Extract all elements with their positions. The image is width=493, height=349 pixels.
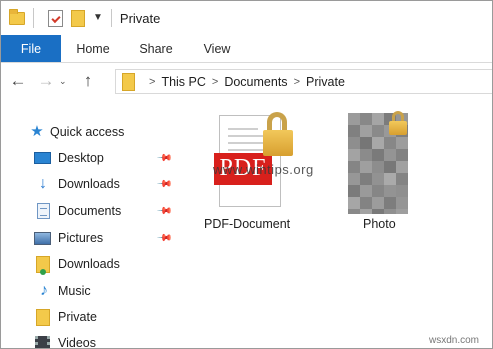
- lock-icon: [389, 111, 407, 135]
- folder-icon: [36, 308, 50, 326]
- file-name-label: Photo: [363, 217, 396, 231]
- pin-icon[interactable]: 📌: [156, 176, 173, 193]
- nav-item-videos[interactable]: Videos: [1, 330, 176, 349]
- downloads-icon: ↓: [39, 175, 47, 192]
- navigation-bar: ← → ⌄ ↑ > This PC > Documents > Private: [1, 64, 492, 98]
- nav-item-desktop[interactable]: Desktop 📌: [1, 145, 176, 171]
- customize-toolbar-dropdown-icon[interactable]: ▼: [93, 13, 103, 23]
- nav-item-downloads-folder[interactable]: Downloads: [1, 251, 176, 277]
- nav-item-label: Pictures: [58, 231, 104, 245]
- documents-icon: [37, 203, 50, 219]
- lock-icon: [263, 112, 293, 158]
- tab-share[interactable]: Share: [125, 35, 187, 62]
- pictures-icon: [34, 231, 51, 245]
- pin-icon[interactable]: 📌: [156, 203, 173, 220]
- breadcrumb-this-pc[interactable]: This PC: [161, 75, 205, 89]
- up-icon[interactable]: ↑: [77, 71, 99, 91]
- title-separator: [110, 9, 112, 27]
- nav-item-label: Desktop: [58, 151, 104, 165]
- tab-home[interactable]: Home: [61, 35, 125, 62]
- title-bar: ▼ Private: [1, 1, 492, 35]
- chevron-right-icon[interactable]: >: [212, 76, 218, 88]
- star-icon: ★: [30, 123, 44, 140]
- explorer-window: ▼ Private File Home Share View ← → ⌄ ↑ >…: [0, 0, 493, 349]
- folder-icon: [122, 72, 135, 91]
- nav-item-label: Private: [58, 310, 97, 324]
- file-list: PDF www.wintips.org PDF-Document Photo: [176, 98, 492, 348]
- tab-view[interactable]: View: [187, 35, 247, 62]
- address-bar[interactable]: > This PC > Documents > Private: [115, 69, 492, 94]
- ribbon-tabs: File Home Share View: [1, 35, 492, 63]
- pin-icon[interactable]: 📌: [156, 150, 173, 167]
- nav-item-label: Videos: [58, 336, 96, 349]
- pin-icon[interactable]: 📌: [156, 230, 173, 247]
- nav-item-label: Music: [58, 284, 91, 298]
- window-title: Private: [119, 10, 161, 26]
- title-separator: [33, 8, 34, 28]
- nav-item-label: Quick access: [50, 125, 125, 139]
- nav-item-pictures[interactable]: Pictures 📌: [1, 225, 176, 251]
- nav-item-quick-access[interactable]: ★ Quick access: [1, 119, 176, 145]
- breadcrumb-documents[interactable]: Documents: [224, 75, 287, 89]
- nav-item-music[interactable]: ♪ Music: [1, 278, 176, 304]
- tab-file[interactable]: File: [1, 35, 61, 62]
- nav-item-downloads[interactable]: ↓ Downloads 📌: [1, 171, 176, 197]
- file-name-label: PDF-Document: [204, 217, 291, 231]
- nav-item-private[interactable]: Private: [1, 304, 176, 330]
- folder-icon: [9, 8, 25, 25]
- file-item-pdf-document[interactable]: PDF www.wintips.org PDF-Document: [176, 98, 326, 238]
- breadcrumb-private[interactable]: Private: [306, 75, 345, 89]
- videos-icon: [35, 335, 50, 348]
- nav-item-label: Downloads: [58, 257, 120, 271]
- file-item-photo[interactable]: Photo: [336, 98, 426, 238]
- nav-item-documents[interactable]: Documents 📌: [1, 198, 176, 224]
- watermark-text: www.wintips.org: [213, 162, 314, 177]
- chevron-right-icon[interactable]: >: [294, 76, 300, 88]
- properties-icon[interactable]: [48, 9, 63, 27]
- new-folder-icon[interactable]: [71, 9, 85, 27]
- music-icon: ♪: [40, 282, 48, 299]
- credit-text: wsxdn.com: [429, 335, 480, 346]
- desktop-icon: [34, 152, 51, 164]
- recent-locations-icon[interactable]: ⌄: [59, 76, 71, 87]
- nav-item-label: Documents: [58, 204, 122, 218]
- navigation-pane: ★ Quick access Desktop 📌 ↓ Downloads 📌 D…: [1, 117, 176, 349]
- chevron-right-icon[interactable]: >: [149, 76, 155, 88]
- folder-download-icon: [36, 255, 50, 275]
- nav-item-label: Downloads: [58, 177, 120, 191]
- forward-icon[interactable]: →: [35, 71, 57, 91]
- back-icon[interactable]: ←: [7, 71, 29, 91]
